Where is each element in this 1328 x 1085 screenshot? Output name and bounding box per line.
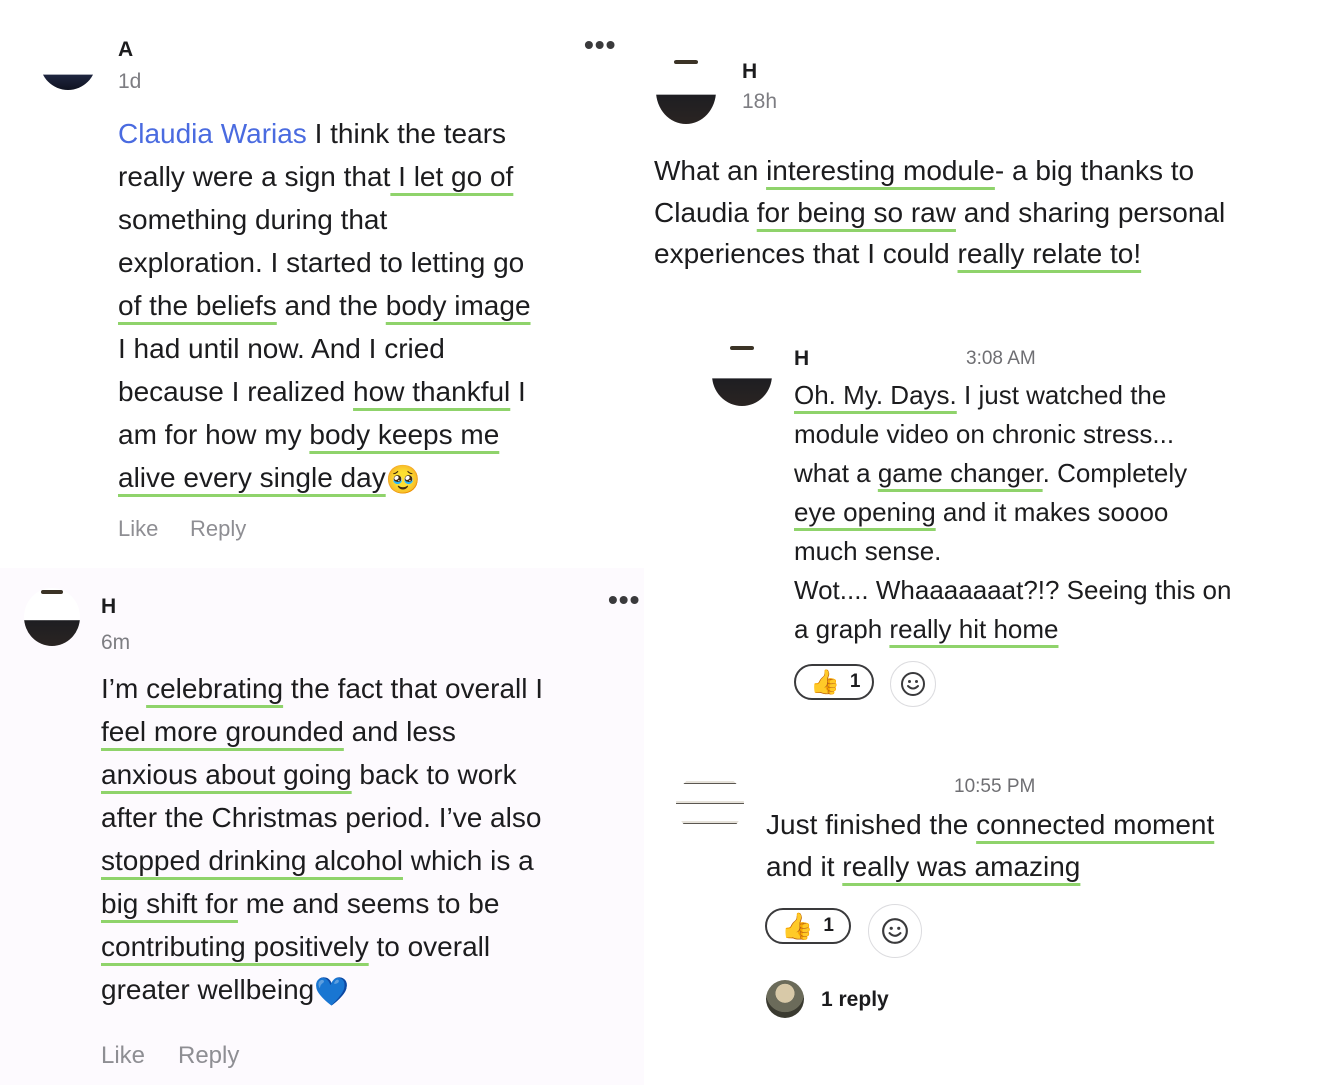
highlighted-text: feel more grounded <box>101 716 344 747</box>
avatar-h[interactable] <box>712 344 772 406</box>
timestamp: 10:55 PM <box>954 776 1036 797</box>
text-segment: much sense. <box>794 536 942 566</box>
view-replies-link[interactable]: 1 reply <box>821 988 889 1012</box>
timestamp: 6m <box>101 631 131 654</box>
text-segment: am for how my <box>118 419 310 450</box>
highlighted-text: stopped drinking alcohol <box>101 845 403 876</box>
highlighted-text: of the beliefs <box>118 290 277 321</box>
text-segment: really were a sign that <box>118 161 391 192</box>
highlighted-text: really relate to! <box>957 238 1142 269</box>
comment-body: What an interesting module- a big thanks… <box>654 150 1294 275</box>
like-button[interactable]: Like <box>118 516 158 542</box>
highlighted-text: celebrating <box>146 673 284 704</box>
author-name[interactable]: H <box>101 595 116 619</box>
comment-text: I think the tears <box>306 118 507 149</box>
avatar-h[interactable] <box>24 588 80 646</box>
highlighted-text: contributing positively <box>101 931 369 962</box>
text-segment: something during that <box>118 204 388 235</box>
thumbs-up-icon: 👍 <box>810 668 840 696</box>
timestamp: 18h <box>742 90 778 113</box>
highlighted-text: interesting module <box>766 155 995 186</box>
highlighted-text: anxious about going <box>101 759 352 790</box>
highlighted-text: I let go of <box>390 161 514 192</box>
comment-body: Claudia Warias I think the tears really … <box>118 112 598 501</box>
avatar-h[interactable] <box>656 58 716 124</box>
highlighted-text: body keeps me <box>309 419 500 450</box>
text-segment: back to work <box>351 759 517 790</box>
reply-button[interactable]: Reply <box>178 1042 239 1070</box>
reaction-count: 1 <box>849 671 861 692</box>
text-segment: and the <box>276 290 386 321</box>
like-button[interactable]: Like <box>101 1042 145 1070</box>
text-segment: What an <box>654 155 767 186</box>
mention-link[interactable]: Claudia Warias <box>118 118 307 149</box>
avatar[interactable] <box>676 772 744 836</box>
author-name[interactable]: A <box>118 38 133 62</box>
reaction-thumbs-up-button[interactable]: 👍 1 <box>765 908 851 944</box>
smiley-icon <box>882 918 908 944</box>
text-segment: and it <box>766 850 843 882</box>
text-segment: and it makes soooo <box>935 497 1169 527</box>
highlighted-text: really was amazing <box>842 850 1081 882</box>
author-name[interactable]: H <box>742 60 757 84</box>
avatar-a[interactable] <box>40 34 96 90</box>
text-segment: to overall <box>368 931 491 962</box>
emoji: 🥹 <box>385 464 421 496</box>
text-segment: the fact that overall I <box>283 673 544 704</box>
text-segment: greater wellbeing <box>101 974 315 1005</box>
highlighted-text: how thankful <box>353 376 511 407</box>
text-segment: because I realized <box>118 376 354 407</box>
thumbs-up-icon: 👍 <box>781 910 814 941</box>
author-name[interactable]: H <box>794 347 809 371</box>
text-segment: Claudia <box>654 196 757 228</box>
text-segment: and less <box>343 716 456 747</box>
reaction-thumbs-up-button[interactable]: 👍 1 <box>794 664 874 700</box>
highlighted-text: big shift for <box>101 888 238 919</box>
text-segment: which is a <box>402 845 534 876</box>
more-horizontal-icon[interactable]: ••• <box>608 586 640 614</box>
text-segment: what a <box>794 458 878 488</box>
highlighted-text: body image <box>385 290 531 321</box>
reaction-count: 1 <box>823 915 834 936</box>
text-segment: a graph <box>794 614 890 644</box>
highlighted-text: for being so raw <box>756 196 956 228</box>
highlighted-text: alive every single day <box>118 462 386 493</box>
more-horizontal-icon[interactable]: ••• <box>584 31 616 59</box>
reply-avatar <box>766 980 804 1018</box>
text-segment: exploration. I started to letting go <box>118 247 525 278</box>
emoji: 💙 <box>314 976 350 1008</box>
highlighted-text: game changer <box>877 458 1043 488</box>
highlighted-text: connected moment <box>976 809 1215 840</box>
text-segment: I had until now. And I cried <box>118 333 445 364</box>
highlighted-text: eye opening <box>794 497 936 527</box>
text-segment: experiences that I could <box>654 238 958 269</box>
timestamp: 3:08 AM <box>966 348 1036 369</box>
text-segment: - a big thanks to <box>994 155 1195 186</box>
highlighted-text: Oh. My. Days. <box>794 380 957 410</box>
text-segment: me and seems to be <box>237 888 500 919</box>
text-segment: I just watched the <box>956 380 1167 410</box>
text-segment: . Completely <box>1042 458 1188 488</box>
add-reaction-button[interactable] <box>890 661 936 707</box>
text-segment: module video on chronic stress... <box>794 419 1175 449</box>
text-segment: after the Christmas period. I’ve also <box>101 802 542 833</box>
comment-body: Oh. My. Days. I just watched the module v… <box>794 376 1274 649</box>
text-segment: I <box>510 376 526 407</box>
timestamp: 1d <box>118 70 142 93</box>
comment-body: Just finished the connected moment and it… <box>766 804 1286 887</box>
add-reaction-button[interactable] <box>868 904 922 958</box>
text-segment: Just finished the <box>766 809 977 840</box>
smiley-icon <box>901 672 925 696</box>
text-segment: I’m <box>101 673 147 704</box>
comment-body: I’m celebrating the fact that overall I f… <box>101 667 621 1013</box>
text-segment: and sharing personal <box>955 196 1226 228</box>
reply-button[interactable]: Reply <box>190 516 246 542</box>
text-segment: Wot.... Whaaaaaaat?!? Seeing this on <box>794 575 1232 605</box>
highlighted-text: really hit home <box>889 614 1059 644</box>
